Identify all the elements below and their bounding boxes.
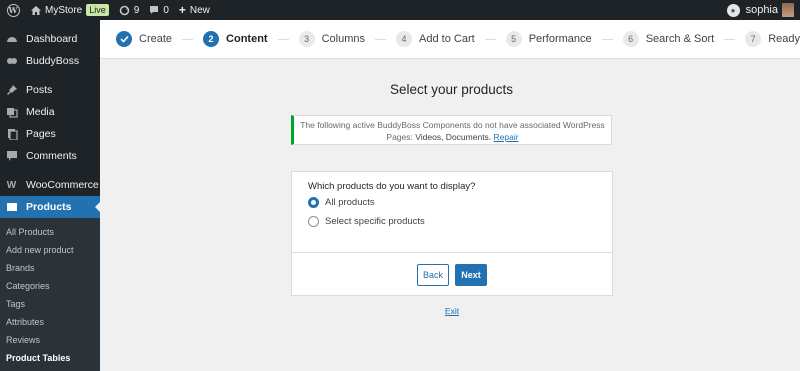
sidebar-item-label: Dashboard: [26, 33, 78, 45]
sidebar-item-label: Comments: [26, 150, 77, 162]
step-number: 7: [745, 31, 762, 47]
next-button[interactable]: Next: [455, 264, 487, 286]
step-label: Performance: [528, 33, 592, 45]
dashboard-icon: [5, 33, 18, 46]
sidebar-item-label: BuddyBoss: [26, 55, 80, 67]
live-badge: Live: [86, 4, 109, 16]
user-account-menu[interactable]: ● sophia: [726, 3, 800, 17]
pages-icon: [5, 128, 18, 141]
submenu-item-categories[interactable]: Categories: [0, 277, 100, 295]
wordpress-icon: W: [6, 3, 20, 17]
media-icon: [5, 106, 18, 119]
comments-count: 0: [163, 4, 169, 16]
sidebar-item-products[interactable]: Products: [0, 196, 100, 218]
site-name-menu[interactable]: MyStore Live: [26, 0, 114, 20]
back-button[interactable]: Back: [417, 264, 449, 286]
step-connector: [277, 38, 289, 40]
comment-icon: [5, 150, 18, 163]
sidebar-item-buddyboss[interactable]: BuddyBoss: [0, 50, 100, 72]
comments-menu[interactable]: 0: [144, 0, 174, 20]
step-add-to-cart: 4 Add to Cart: [396, 31, 475, 47]
wordpress-logo-menu[interactable]: W: [0, 0, 26, 20]
sidebar-item-label: Posts: [26, 84, 53, 96]
site-name: MyStore: [45, 4, 83, 16]
step-connector: [484, 38, 496, 40]
step-content: 2 Content: [203, 31, 268, 47]
step-number: 6: [622, 31, 639, 47]
submenu-item-add-new-product[interactable]: Add new product: [0, 241, 100, 259]
step-label: Columns: [321, 33, 366, 45]
radio-specific-products[interactable]: [308, 216, 319, 227]
step-label: Add to Cart: [419, 33, 475, 45]
comment-icon: [149, 5, 159, 15]
sidebar-item-posts[interactable]: Posts: [0, 79, 100, 101]
buddyboss-icon: [5, 55, 18, 68]
product-selection-card: Which products do you want to display? A…: [291, 171, 613, 296]
submenu-item-attributes[interactable]: Attributes: [0, 313, 100, 331]
step-number: 5: [505, 31, 522, 47]
sidebar-item-media[interactable]: Media: [0, 101, 100, 123]
step-connector: [182, 38, 194, 40]
step-connector: [601, 38, 613, 40]
updates-menu[interactable]: 9: [114, 0, 145, 20]
sidebar-item-label: Products: [26, 201, 72, 213]
card-divider: [292, 252, 612, 253]
wizard-steps: Create 2 Content 3 Columns 4 Add to Cart…: [100, 20, 800, 59]
step-connector: [375, 38, 387, 40]
step-search-sort: 6 Search & Sort: [622, 31, 715, 47]
repair-link[interactable]: Repair: [494, 132, 519, 142]
submenu-item-tags[interactable]: Tags: [0, 295, 100, 313]
sidebar-item-dashboard[interactable]: Dashboard: [0, 28, 100, 50]
step-label: Create: [139, 33, 173, 45]
products-submenu: All Products Add new product Brands Cate…: [0, 218, 100, 371]
exit-link[interactable]: Exit: [440, 306, 464, 316]
notice-pages: Videos, Documents.: [415, 132, 492, 142]
buddyboss-notice: The following active BuddyBoss Component…: [291, 115, 612, 145]
updates-count: 9: [133, 4, 140, 16]
admin-sidebar: Dashboard BuddyBoss Posts Media Pages Co…: [0, 20, 100, 371]
step-ready: 7 Ready: [745, 31, 800, 47]
pin-icon: [5, 84, 18, 97]
sidebar-item-pages[interactable]: Pages: [0, 123, 100, 145]
products-question: Which products do you want to display?: [308, 181, 476, 192]
option-specific-products[interactable]: Select specific products: [308, 216, 425, 227]
plus-icon: +: [178, 3, 186, 17]
option-all-products[interactable]: All products: [308, 197, 375, 208]
avatar: [782, 3, 794, 17]
option-label: All products: [325, 197, 375, 208]
sidebar-item-label: WooCommerce: [26, 179, 99, 191]
new-label: New: [189, 4, 210, 16]
step-performance: 5 Performance: [505, 31, 592, 47]
step-columns: 3 Columns: [298, 31, 366, 47]
checkmark-icon: [116, 31, 132, 47]
updates-icon: [119, 5, 130, 16]
admin-bar: W MyStore Live 9 0 + New ● sophia: [0, 0, 800, 20]
user-name: sophia: [745, 4, 778, 16]
step-label: Search & Sort: [645, 33, 715, 45]
step-number: 4: [396, 31, 413, 47]
sidebar-item-woocommerce[interactable]: W WooCommerce: [0, 174, 100, 196]
option-label: Select specific products: [325, 216, 425, 227]
sidebar-item-label: Media: [26, 106, 55, 118]
radio-all-products[interactable]: [308, 197, 319, 208]
home-icon: [31, 5, 41, 15]
new-content-menu[interactable]: + New: [174, 0, 215, 20]
products-icon: [5, 201, 18, 214]
step-number: 2: [203, 31, 220, 47]
page-title: Select your products: [389, 82, 514, 97]
submenu-item-brands[interactable]: Brands: [0, 259, 100, 277]
sidebar-item-label: Pages: [26, 128, 56, 140]
submenu-item-all-products[interactable]: All Products: [0, 223, 100, 241]
sidebar-item-comments[interactable]: Comments: [0, 145, 100, 167]
step-label: Ready: [768, 33, 800, 45]
woocommerce-icon: W: [6, 179, 17, 191]
step-label: Content: [226, 33, 268, 45]
submenu-item-product-tables[interactable]: Product Tables: [0, 349, 100, 367]
step-number: 3: [298, 31, 315, 47]
step-create: Create: [116, 31, 172, 47]
user-small-avatar: ●: [726, 3, 740, 17]
submenu-item-reviews[interactable]: Reviews: [0, 331, 100, 349]
step-connector: [724, 38, 736, 40]
